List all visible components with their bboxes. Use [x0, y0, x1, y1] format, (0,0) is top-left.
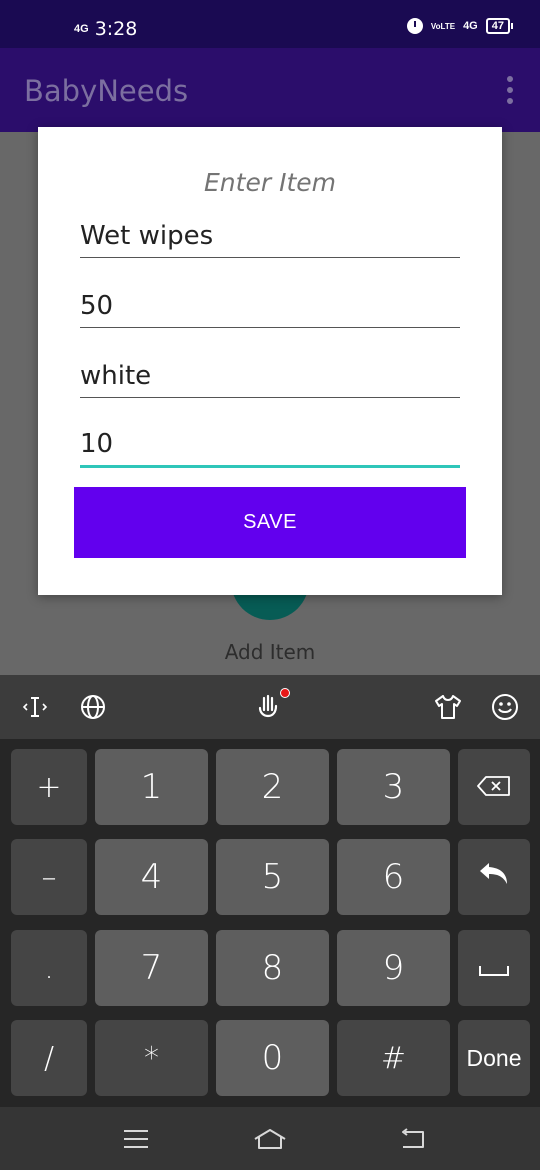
key-9[interactable]: 9 [337, 930, 450, 1006]
status-right: VoLTE 4G 47 [406, 18, 514, 34]
item-quantity-field[interactable]: 50 [80, 288, 460, 328]
key-asterisk[interactable]: * [95, 1020, 208, 1096]
back-icon[interactable] [392, 1125, 432, 1153]
backspace-icon [476, 770, 512, 805]
key-6[interactable]: 6 [337, 839, 450, 915]
key-plus[interactable]: + [11, 749, 87, 825]
network-left: 4G [74, 23, 89, 35]
key-8[interactable]: 8 [216, 930, 329, 1006]
emoji-icon[interactable] [489, 691, 521, 723]
space-icon [478, 951, 510, 986]
key-period[interactable]: . [11, 930, 87, 1006]
keyboard-toolbar [0, 675, 540, 739]
key-hash[interactable]: # [337, 1020, 450, 1096]
item-quantity-value: 50 [80, 291, 114, 321]
item-color-field[interactable]: white [80, 358, 460, 398]
app-bar: BabyNeeds [0, 48, 540, 132]
key-1[interactable]: 1 [95, 749, 208, 825]
enter-icon [477, 859, 511, 895]
status-left: 4G 3:28 [74, 18, 137, 40]
enter-item-dialog: Enter Item Wet wipes 50 white 10 SAVE [38, 127, 502, 595]
overflow-menu-icon[interactable] [506, 76, 514, 104]
key-5[interactable]: 5 [216, 839, 329, 915]
status-bar: 4G 3:28 VoLTE 4G 47 [0, 0, 540, 48]
key-4[interactable]: 4 [95, 839, 208, 915]
enter-key[interactable] [458, 839, 530, 915]
key-slash[interactable]: / [11, 1020, 87, 1096]
space-key[interactable] [458, 930, 530, 1006]
app-title: BabyNeeds [24, 74, 189, 108]
item-name-value: Wet wipes [80, 221, 214, 251]
key-minus[interactable]: – [11, 839, 87, 915]
item-color-value: white [80, 361, 152, 391]
backspace-key[interactable] [458, 749, 530, 825]
key-3[interactable]: 3 [337, 749, 450, 825]
clock: 3:28 [94, 18, 138, 40]
volte-indicator: VoLTE [430, 21, 456, 31]
item-size-value: 10 [80, 429, 114, 459]
menu-icon[interactable] [116, 1125, 156, 1153]
dialog-title: Enter Item [204, 168, 336, 197]
save-button[interactable]: SAVE [74, 487, 466, 558]
globe-icon[interactable] [77, 691, 109, 723]
notification-dot [280, 688, 290, 698]
key-0[interactable]: 0 [216, 1020, 329, 1096]
item-size-field[interactable]: 10 [80, 428, 460, 468]
done-key[interactable]: Done [458, 1020, 530, 1096]
item-name-field[interactable]: Wet wipes [80, 218, 460, 258]
key-2[interactable]: 2 [216, 749, 329, 825]
home-icon[interactable] [250, 1125, 290, 1153]
add-item-label: Add Item [224, 640, 316, 664]
network-right: 4G [463, 20, 478, 32]
numeric-keyboard: + – . / 1 2 3 4 5 6 7 8 9 * 0 # Done [0, 739, 540, 1107]
text-cursor-icon[interactable] [20, 691, 50, 723]
key-7[interactable]: 7 [95, 930, 208, 1006]
alarm-icon [406, 18, 423, 34]
battery-icon: 47 [485, 18, 514, 34]
voice-hand-icon[interactable] [254, 688, 290, 723]
system-nav-bar [0, 1107, 540, 1170]
theme-shirt-icon[interactable] [432, 691, 464, 723]
